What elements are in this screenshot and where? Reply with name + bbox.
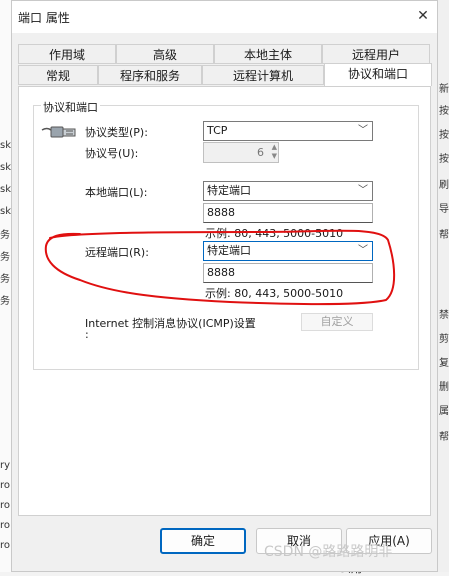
tab-protocols-ports[interactable]: 协议和端口 bbox=[324, 63, 432, 86]
remote-port-mode: 特定端口 bbox=[207, 244, 251, 257]
background-right-fragment: 帮 bbox=[439, 432, 449, 443]
tab-scope[interactable]: 作用域 bbox=[18, 44, 116, 64]
background-right-fragment: 删 bbox=[439, 382, 449, 393]
protocol-number-value: 6 bbox=[257, 146, 264, 159]
local-port-label: 本地端口(L): bbox=[85, 186, 148, 199]
remote-port-label: 远程端口(R): bbox=[85, 246, 149, 259]
tab-general[interactable]: 常规 bbox=[18, 65, 98, 85]
chevron-down-icon: ﹀ bbox=[358, 185, 368, 196]
ok-button[interactable]: 确定 bbox=[160, 528, 246, 554]
tab-local-principals[interactable]: 本地主体 bbox=[214, 44, 322, 64]
remote-port-input[interactable]: 8888 bbox=[203, 263, 373, 283]
background-right-fragment: 导 bbox=[439, 204, 449, 215]
port-properties-dialog: 端口 属性 ✕ 作用域 高级 本地主体 远程用户 常规 程序和服务 远程计算机 … bbox=[11, 0, 438, 572]
watermark: CSDN @路路路明非 bbox=[264, 544, 393, 560]
tab-programs-services[interactable]: 程序和服务 bbox=[98, 65, 202, 85]
tab-panel: 协议和端口 协议类型(P): TCP ﹀ 协议号(U): 6 ▲ ▼ 本地端口(L… bbox=[18, 86, 431, 516]
protocol-type-select[interactable]: TCP ﹀ bbox=[203, 121, 373, 141]
local-port-input[interactable]: 8888 bbox=[203, 203, 373, 223]
icmp-settings-label: Internet 控制消息协议(ICMP)设置 bbox=[85, 317, 256, 330]
background-right-fragment: 按 bbox=[439, 106, 449, 117]
local-port-example: 示例: 80, 443, 5000-5010 bbox=[205, 227, 344, 240]
background-right-fragment: 帮 bbox=[439, 230, 449, 241]
window-title: 端口 属性 bbox=[18, 11, 70, 25]
chevron-down-icon: ﹀ bbox=[358, 245, 368, 256]
tab-remote-users[interactable]: 远程用户 bbox=[322, 44, 430, 64]
remote-port-select[interactable]: 特定端口 ﹀ bbox=[203, 241, 373, 261]
background-right-fragment: 新 bbox=[439, 84, 449, 95]
background-right-fragment: 按 bbox=[439, 154, 449, 165]
close-icon[interactable]: ✕ bbox=[410, 5, 436, 27]
icmp-customize-button: 自定义 bbox=[301, 313, 373, 331]
background-right-fragment: 按 bbox=[439, 130, 449, 141]
background-right-fragment: 刷 bbox=[439, 180, 449, 191]
stepper-arrows-icon: ▲ ▼ bbox=[271, 143, 277, 160]
network-cable-icon bbox=[41, 126, 76, 138]
local-port-select[interactable]: 特定端口 ﹀ bbox=[203, 181, 373, 201]
local-port-mode: 特定端口 bbox=[207, 184, 251, 197]
title-bar: 端口 属性 ✕ bbox=[12, 1, 437, 33]
protocol-number-stepper: 6 ▲ ▼ bbox=[203, 142, 279, 163]
background-right-fragment: 剪 bbox=[439, 334, 449, 345]
tab-remote-computers[interactable]: 远程计算机 bbox=[202, 65, 324, 85]
protocol-type-label: 协议类型(P): bbox=[85, 126, 148, 139]
background-right-fragment: 复 bbox=[439, 358, 449, 369]
icmp-settings-label-colon: : bbox=[85, 328, 89, 341]
protocol-type-value: TCP bbox=[207, 124, 228, 137]
tab-advanced[interactable]: 高级 bbox=[116, 44, 214, 64]
remote-port-example: 示例: 80, 443, 5000-5010 bbox=[205, 287, 344, 300]
chevron-down-icon: ﹀ bbox=[358, 125, 368, 136]
background-right-fragment: 属 bbox=[439, 406, 449, 417]
protocol-number-label: 协议号(U): bbox=[85, 147, 139, 160]
group-title: 协议和端口 bbox=[41, 99, 100, 115]
background-right-fragment: 禁 bbox=[439, 310, 449, 321]
